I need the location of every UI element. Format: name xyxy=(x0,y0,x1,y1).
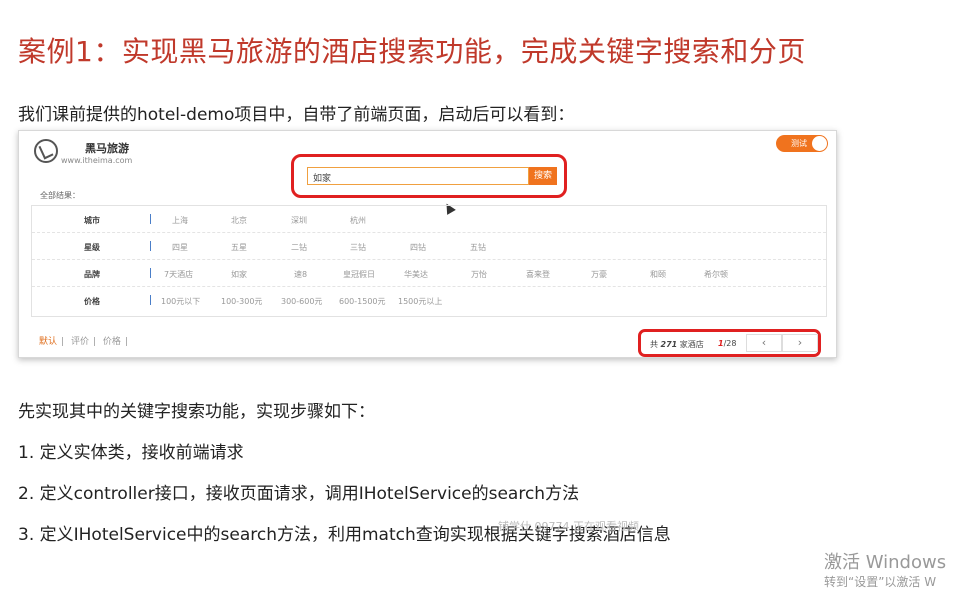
app-screenshot: 黑马旅游 www.itheima.com 测试 如家 搜索 全部结果： 城市 上… xyxy=(18,130,837,358)
filter-option[interactable]: 7天酒店 xyxy=(164,269,193,280)
filter-row-brand: 品牌 7天酒店 如家 速8 皇冠假日 华美达 万怡 喜来登 万豪 和颐 希尔顿 xyxy=(32,260,826,287)
filter-option[interactable]: 希尔顿 xyxy=(704,269,728,280)
sort-divider: | xyxy=(124,337,128,347)
filter-name: 星级 xyxy=(84,243,100,252)
sort-price[interactable]: 价格 xyxy=(103,337,121,347)
sort-default[interactable]: 默认 xyxy=(39,337,57,347)
all-results-label: 全部结果： xyxy=(40,191,80,200)
intro-text: 我们课前提供的hotel-demo项目中，自带了前端页面，启动后可以看到： xyxy=(18,105,575,125)
brand-url: www.itheima.com xyxy=(61,156,133,165)
video-watermark: 铺学仕 09774 正在观看视频 xyxy=(498,520,639,533)
steps-heading: 先实现其中的关键字搜索功能，实现步骤如下： xyxy=(18,402,375,422)
filter-option[interactable]: 300-600元 xyxy=(281,296,322,307)
filter-divider xyxy=(150,295,151,305)
filter-option[interactable]: 华美达 xyxy=(404,269,428,280)
count-total: 271 xyxy=(660,340,678,349)
toggle-label: 测试 xyxy=(791,139,807,148)
filter-panel: 城市 上海 北京 深圳 杭州 星级 四星 五星 二钻 三钻 四钻 五钻 品牌 7… xyxy=(31,205,827,317)
search-button[interactable]: 搜索 xyxy=(529,167,557,185)
sort-divider: | xyxy=(92,337,96,347)
windows-activation-hint: 转到“设置”以激活 W xyxy=(824,575,937,589)
test-toggle[interactable]: 测试 xyxy=(776,135,828,152)
filter-divider xyxy=(150,214,151,224)
filter-name: 城市 xyxy=(84,216,100,225)
sort-divider: | xyxy=(61,337,65,347)
step-2: 2. 定义controller接口，接收页面请求，调用IHotelService… xyxy=(18,484,580,504)
filter-divider xyxy=(150,241,151,251)
filter-option[interactable]: 600-1500元 xyxy=(339,296,386,307)
filter-option[interactable]: 万怡 xyxy=(471,269,487,280)
filter-option[interactable]: 深圳 xyxy=(291,215,307,226)
result-count: 共 271 家酒店 xyxy=(650,339,704,350)
slide-title: 案例1：实现黑马旅游的酒店搜索功能，完成关键字搜索和分页 xyxy=(18,35,806,68)
search-highlight-box: 如家 搜索 xyxy=(291,154,567,198)
total-pages: /28 xyxy=(723,339,737,348)
filter-option[interactable]: 万豪 xyxy=(591,269,607,280)
count-suffix: 家酒店 xyxy=(679,340,704,349)
filter-option[interactable]: 速8 xyxy=(294,269,307,280)
filter-name: 价格 xyxy=(84,297,100,306)
filter-row-price: 价格 100元以下 100-300元 300-600元 600-1500元 15… xyxy=(32,287,826,314)
filter-divider xyxy=(150,268,151,278)
filter-row-star: 星级 四星 五星 二钻 三钻 四钻 五钻 xyxy=(32,233,826,260)
filter-option[interactable]: 喜来登 xyxy=(526,269,550,280)
count-prefix: 共 xyxy=(650,340,658,349)
brand-name: 黑马旅游 xyxy=(85,142,129,155)
filter-option[interactable]: 和颐 xyxy=(650,269,666,280)
step-1: 1. 定义实体类，接收前端请求 xyxy=(18,443,244,463)
sort-rating[interactable]: 评价 xyxy=(71,337,89,347)
filter-option[interactable]: 如家 xyxy=(231,269,247,280)
filter-option[interactable]: 五钻 xyxy=(470,242,486,253)
next-page-button[interactable]: › xyxy=(782,334,818,352)
filter-option[interactable]: 1500元以上 xyxy=(398,296,442,307)
filter-row-city: 城市 上海 北京 深圳 杭州 xyxy=(32,206,826,233)
search-input[interactable]: 如家 xyxy=(307,167,529,185)
filter-option[interactable]: 三钻 xyxy=(350,242,366,253)
filter-option[interactable]: 五星 xyxy=(231,242,247,253)
sort-bar: 默认 | 评价 | 价格 | xyxy=(39,334,132,347)
filter-option[interactable]: 杭州 xyxy=(350,215,366,226)
filter-option[interactable]: 二钻 xyxy=(291,242,307,253)
page-indicator: 1/28 xyxy=(718,339,736,348)
filter-option[interactable]: 上海 xyxy=(172,215,188,226)
prev-page-button[interactable]: ‹ xyxy=(746,334,782,352)
pagination-highlight-box: 共 271 家酒店 1/28 ‹ › xyxy=(638,329,821,357)
filter-option[interactable]: 四星 xyxy=(172,242,188,253)
filter-option[interactable]: 北京 xyxy=(231,215,247,226)
filter-option[interactable]: 100-300元 xyxy=(221,296,262,307)
filter-option[interactable]: 100元以下 xyxy=(161,296,200,307)
logo-icon xyxy=(34,139,58,163)
windows-activation-title: 激活 Windows xyxy=(824,552,947,573)
toggle-knob xyxy=(812,136,827,151)
filter-option[interactable]: 皇冠假日 xyxy=(343,269,375,280)
filter-name: 品牌 xyxy=(84,270,100,279)
filter-option[interactable]: 四钻 xyxy=(410,242,426,253)
